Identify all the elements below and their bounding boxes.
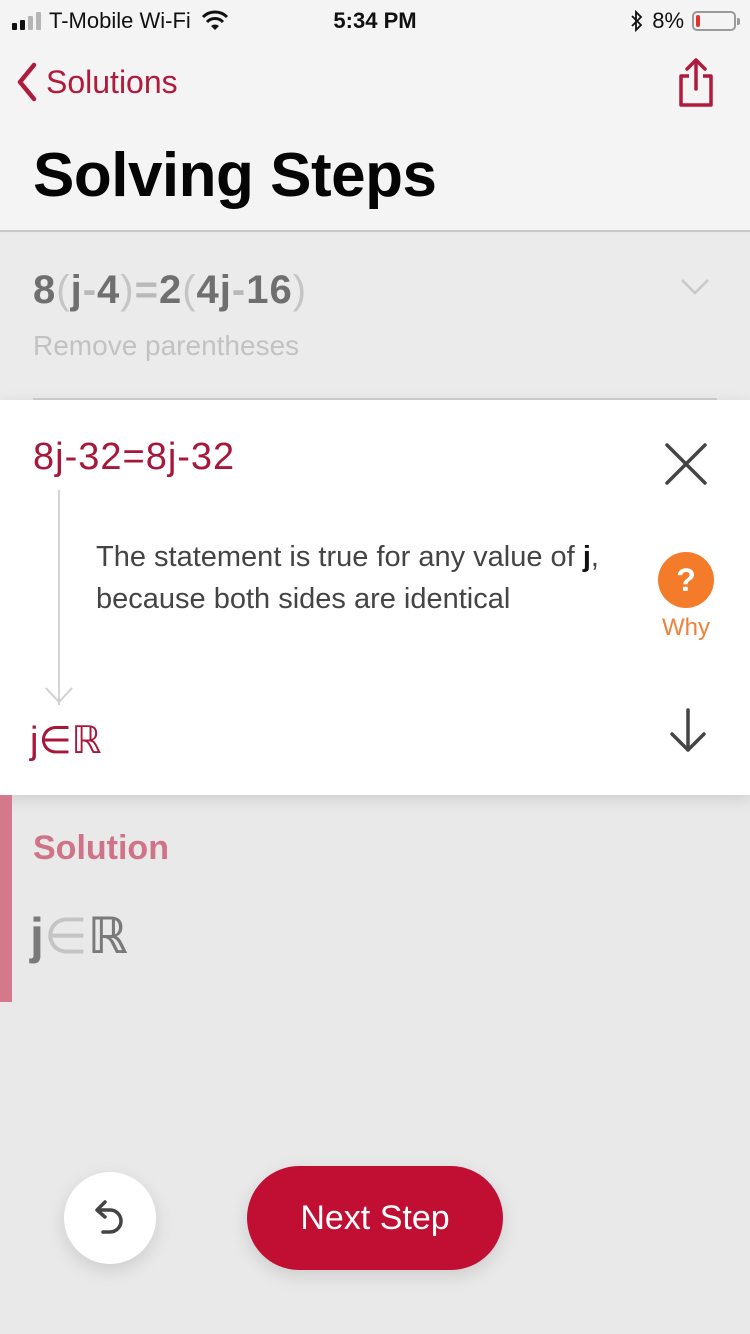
solution-title: Solution [33,829,169,867]
previous-step[interactable]: 8(j-4)=2(4j-16) Remove parentheses [0,234,750,400]
current-step-equation: 8j-32=8j-32 [33,436,236,478]
flow-arrow-icon [45,687,73,704]
close-icon[interactable] [664,442,708,486]
current-step-result: j∈ℝ [30,720,102,762]
previous-step-equation: 8(j-4)=2(4j-16) [33,268,308,312]
header: T-Mobile Wi-Fi 5:34 PM 8% Solutions Solv… [0,0,750,232]
chevron-down-icon[interactable] [680,278,710,296]
battery-icon [692,11,740,31]
back-button[interactable]: Solutions [16,62,178,102]
battery-percent: 8% [652,8,684,33]
current-step-card: 8j-32=8j-32 The statement is true for an… [0,400,750,795]
step-explanation: The statement is true for any value of j… [96,541,599,615]
chevron-left-icon [17,62,37,102]
previous-step-hint: Remove parentheses [33,330,300,361]
share-button[interactable] [678,58,714,113]
solution-value: j∈ℝ [30,908,128,964]
arrow-down-icon[interactable] [668,708,708,754]
flow-line [58,490,60,705]
status-bar: T-Mobile Wi-Fi 5:34 PM 8% [0,0,750,40]
next-step-button[interactable]: Next Step [247,1166,503,1270]
undo-button[interactable] [64,1172,156,1264]
share-icon [679,58,713,107]
solution-accent-bar [0,795,12,1002]
why-button[interactable]: ? Why [658,552,714,642]
back-label: Solutions [46,63,178,100]
undo-icon [95,1200,123,1234]
bluetooth-icon [631,10,643,32]
solution-section: Solution j∈ℝ [0,795,750,1002]
page-title: Solving Steps [33,141,437,210]
navigation-bar: Solutions [0,56,750,116]
question-icon: ? [658,552,714,608]
why-label: Why [662,614,710,641]
